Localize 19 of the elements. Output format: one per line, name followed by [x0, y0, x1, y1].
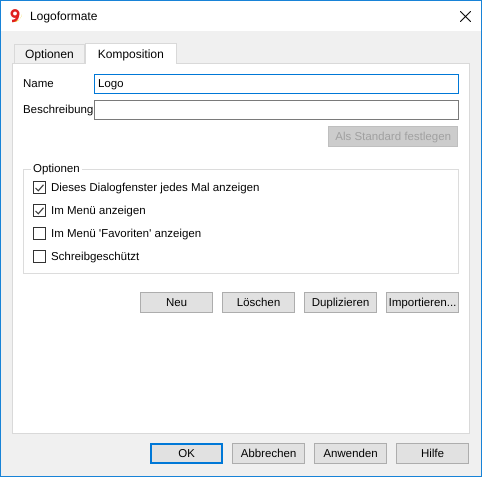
dialog-button[interactable]: Anwenden [314, 443, 387, 464]
action-button[interactable]: Duplizieren [304, 292, 377, 313]
group-title: Optionen [32, 163, 81, 175]
checkbox-label: Im Menü anzeigen [51, 204, 146, 216]
field-label: Beschreibung [23, 104, 94, 116]
dialog-button[interactable]: OK [150, 443, 223, 464]
tab[interactable]: Komposition [84, 43, 177, 64]
checkbox-label: Dieses Dialogfenster jedes Mal anzeigen [51, 182, 260, 194]
dialog-button[interactable]: Abbrechen [232, 443, 305, 464]
window-title: Logoformate [30, 9, 98, 23]
action-button[interactable]: Löschen [222, 292, 295, 313]
field-label: Name [23, 78, 55, 90]
action-button[interactable]: Neu [140, 292, 213, 313]
checkbox-label: Im Menü 'Favoriten' anzeigen [51, 228, 202, 240]
input-field[interactable]: Logo [94, 74, 459, 94]
dialog-button[interactable]: Hilfe [396, 443, 469, 464]
checkbox-label: Schreibgeschützt [51, 250, 140, 262]
action-button[interactable]: Importieren... [386, 292, 459, 313]
tab[interactable]: Optionen [14, 44, 85, 63]
